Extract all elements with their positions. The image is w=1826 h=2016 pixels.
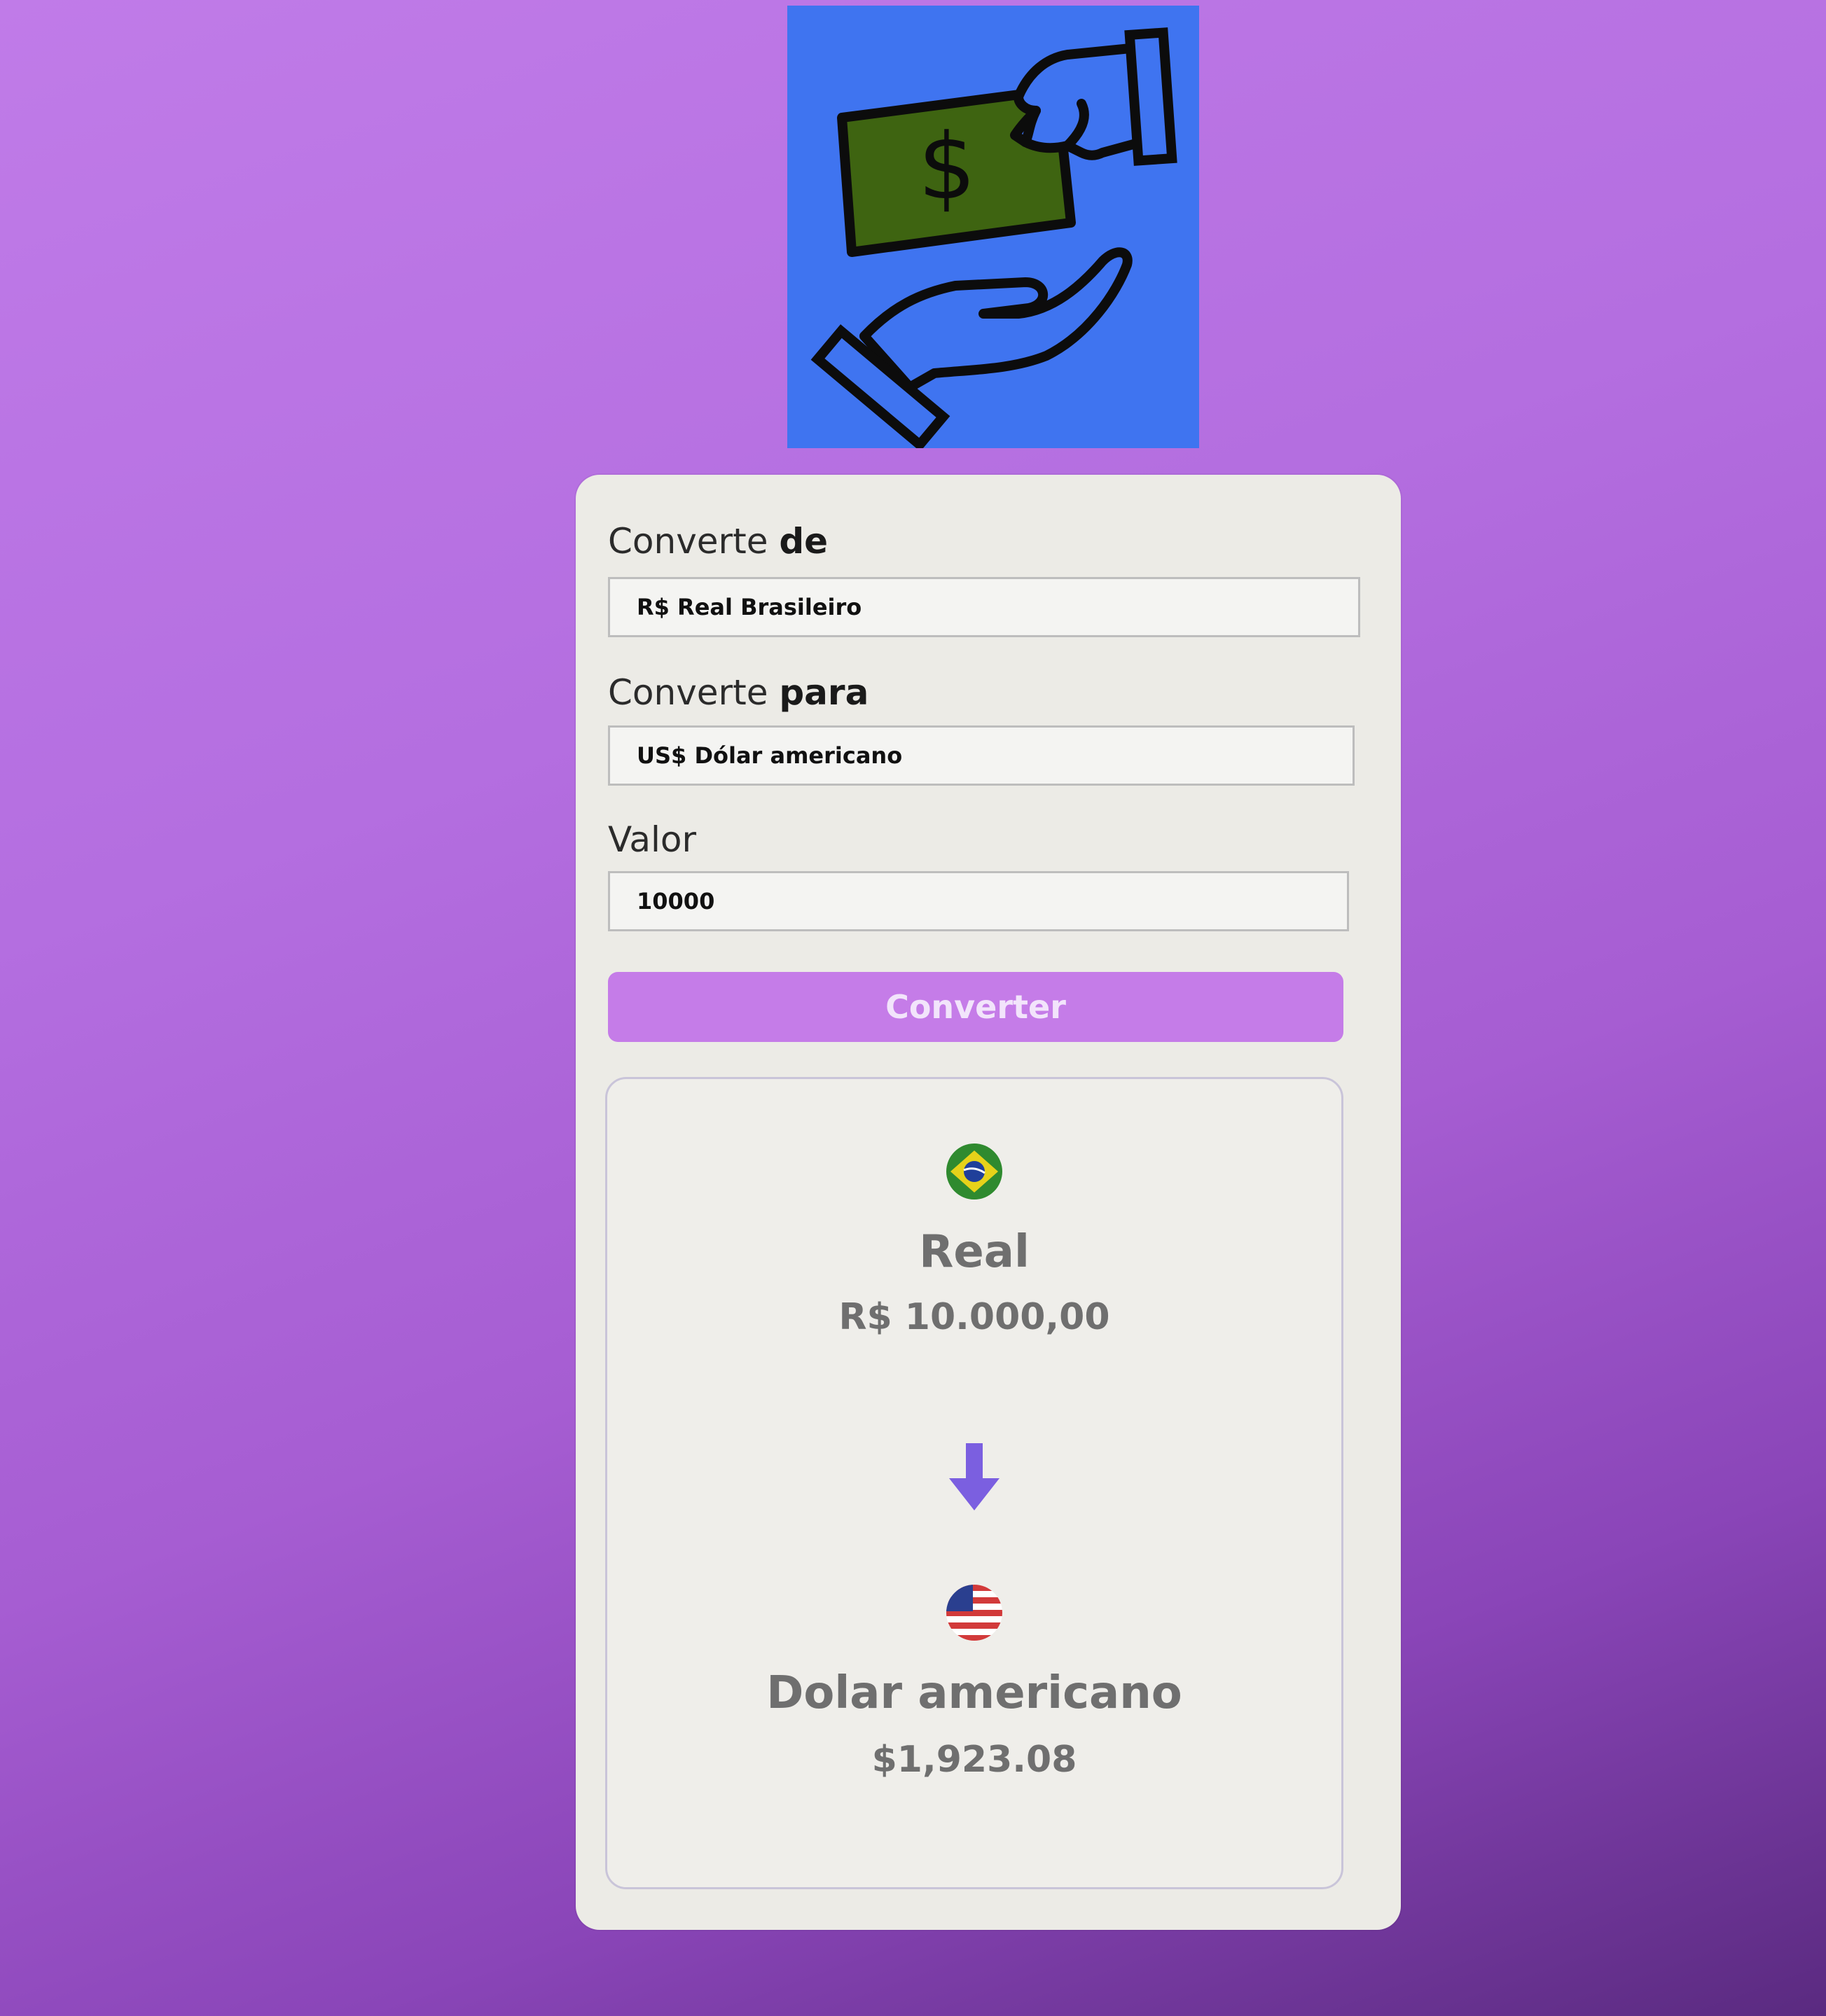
to-currency-select[interactable]: US$ Dólar americano	[608, 725, 1355, 786]
amount-value: 10000	[637, 888, 715, 915]
to-label: Converte para	[608, 672, 869, 713]
to-amount: $1,923.08	[871, 1739, 1077, 1781]
convert-button[interactable]: Converter	[608, 972, 1343, 1042]
to-label-bold: para	[779, 672, 869, 713]
converter-card: Converte de R$ Real Brasileiro Converte …	[576, 475, 1401, 1930]
dollar-glyph: $	[918, 113, 976, 220]
result-panel: Real R$ 10.000,00 Dolar americano $1,923…	[605, 1077, 1343, 1889]
from-amount: R$ 10.000,00	[838, 1296, 1110, 1338]
usa-flag-icon	[946, 1585, 1002, 1641]
brazil-flag-icon	[946, 1143, 1002, 1200]
hands-exchanging-money-icon: $	[810, 27, 1177, 448]
from-currency-name: Real	[919, 1226, 1030, 1278]
from-label-text: Converte	[608, 521, 780, 562]
from-currency-value: R$ Real Brasileiro	[637, 594, 862, 620]
arrow-down-icon	[949, 1443, 1000, 1510]
amount-label: Valor	[608, 819, 697, 860]
logo: $	[787, 6, 1199, 448]
from-label-bold: de	[779, 521, 829, 562]
from-currency-select[interactable]: R$ Real Brasileiro	[608, 577, 1360, 637]
amount-input[interactable]: 10000	[608, 871, 1349, 931]
to-currency-value: US$ Dólar americano	[637, 742, 903, 769]
to-currency-name: Dolar americano	[766, 1667, 1182, 1719]
to-label-text: Converte	[608, 672, 780, 713]
from-label: Converte de	[608, 521, 828, 562]
